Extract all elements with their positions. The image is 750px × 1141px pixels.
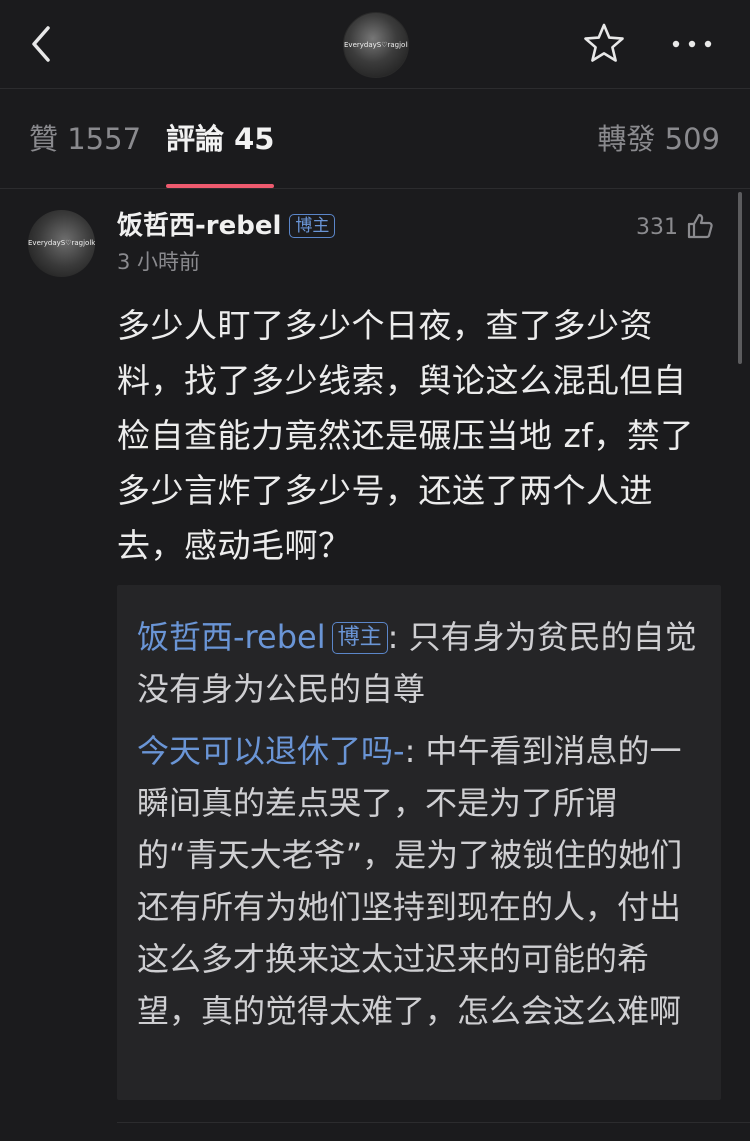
comment-time: 3 小時前 <box>117 250 201 274</box>
reply-text: : 中午看到消息的一瞬间真的差点哭了，不是为了所谓的“青天大老爷”，是为了被锁住… <box>137 732 683 1030</box>
author-avatar[interactable]: EverydayS♡ragjolk <box>343 12 409 78</box>
more-options-icon[interactable] <box>668 34 716 54</box>
tab-comments[interactable]: 評論 45 <box>166 122 274 156</box>
comment-text: 多少人盯了多少个日夜，查了多少资料，找了多少线索，舆论这么混乱但自检自查能力竟然… <box>117 306 694 565</box>
comment-divider <box>117 1122 750 1123</box>
top-bar: EverydayS♡ragjolk <box>0 0 750 88</box>
tabs-divider <box>0 188 750 189</box>
back-arrow-icon[interactable] <box>26 24 58 64</box>
tab-likes[interactable]: 贊 1557 <box>29 122 141 156</box>
reply-author[interactable]: 饭哲西-rebel <box>137 618 326 656</box>
favorite-star-icon[interactable] <box>582 22 626 64</box>
scrollbar[interactable] <box>738 192 742 364</box>
commenter-name[interactable]: 饭哲西-rebel <box>117 211 281 241</box>
commenter-name-row: 饭哲西-rebel 博主 <box>117 210 336 242</box>
avatar-watermark: EverydayS♡ragjolk <box>28 239 95 248</box>
tab-reposts[interactable]: 轉發 509 <box>597 122 720 156</box>
avatar-watermark: EverydayS♡ragjolk <box>344 41 409 50</box>
author-badge: 博主 <box>289 214 336 238</box>
commenter-avatar[interactable]: EverydayS♡ragjolk <box>28 210 95 277</box>
tab-bar: 贊 1557 評論 45 轉發 509 <box>0 88 750 188</box>
reply-item: 饭哲西-rebel 博主: 只有身为贫民的自觉没有身为公民的自尊 <box>137 611 697 715</box>
comment-like-count: 331 <box>636 215 678 240</box>
comment-like-button[interactable]: 331 <box>636 212 714 243</box>
replies-box[interactable]: 饭哲西-rebel 博主: 只有身为贫民的自觉没有身为公民的自尊 今天可以退休了吗… <box>117 585 721 1100</box>
reply-author[interactable]: 今天可以退休了吗- <box>137 732 405 770</box>
thumbs-up-icon <box>687 213 713 239</box>
reply-author-badge: 博主 <box>331 622 388 654</box>
reply-item: 今天可以退休了吗-: 中午看到消息的一瞬间真的差点哭了，不是为了所谓的“青天大老… <box>137 725 697 1037</box>
